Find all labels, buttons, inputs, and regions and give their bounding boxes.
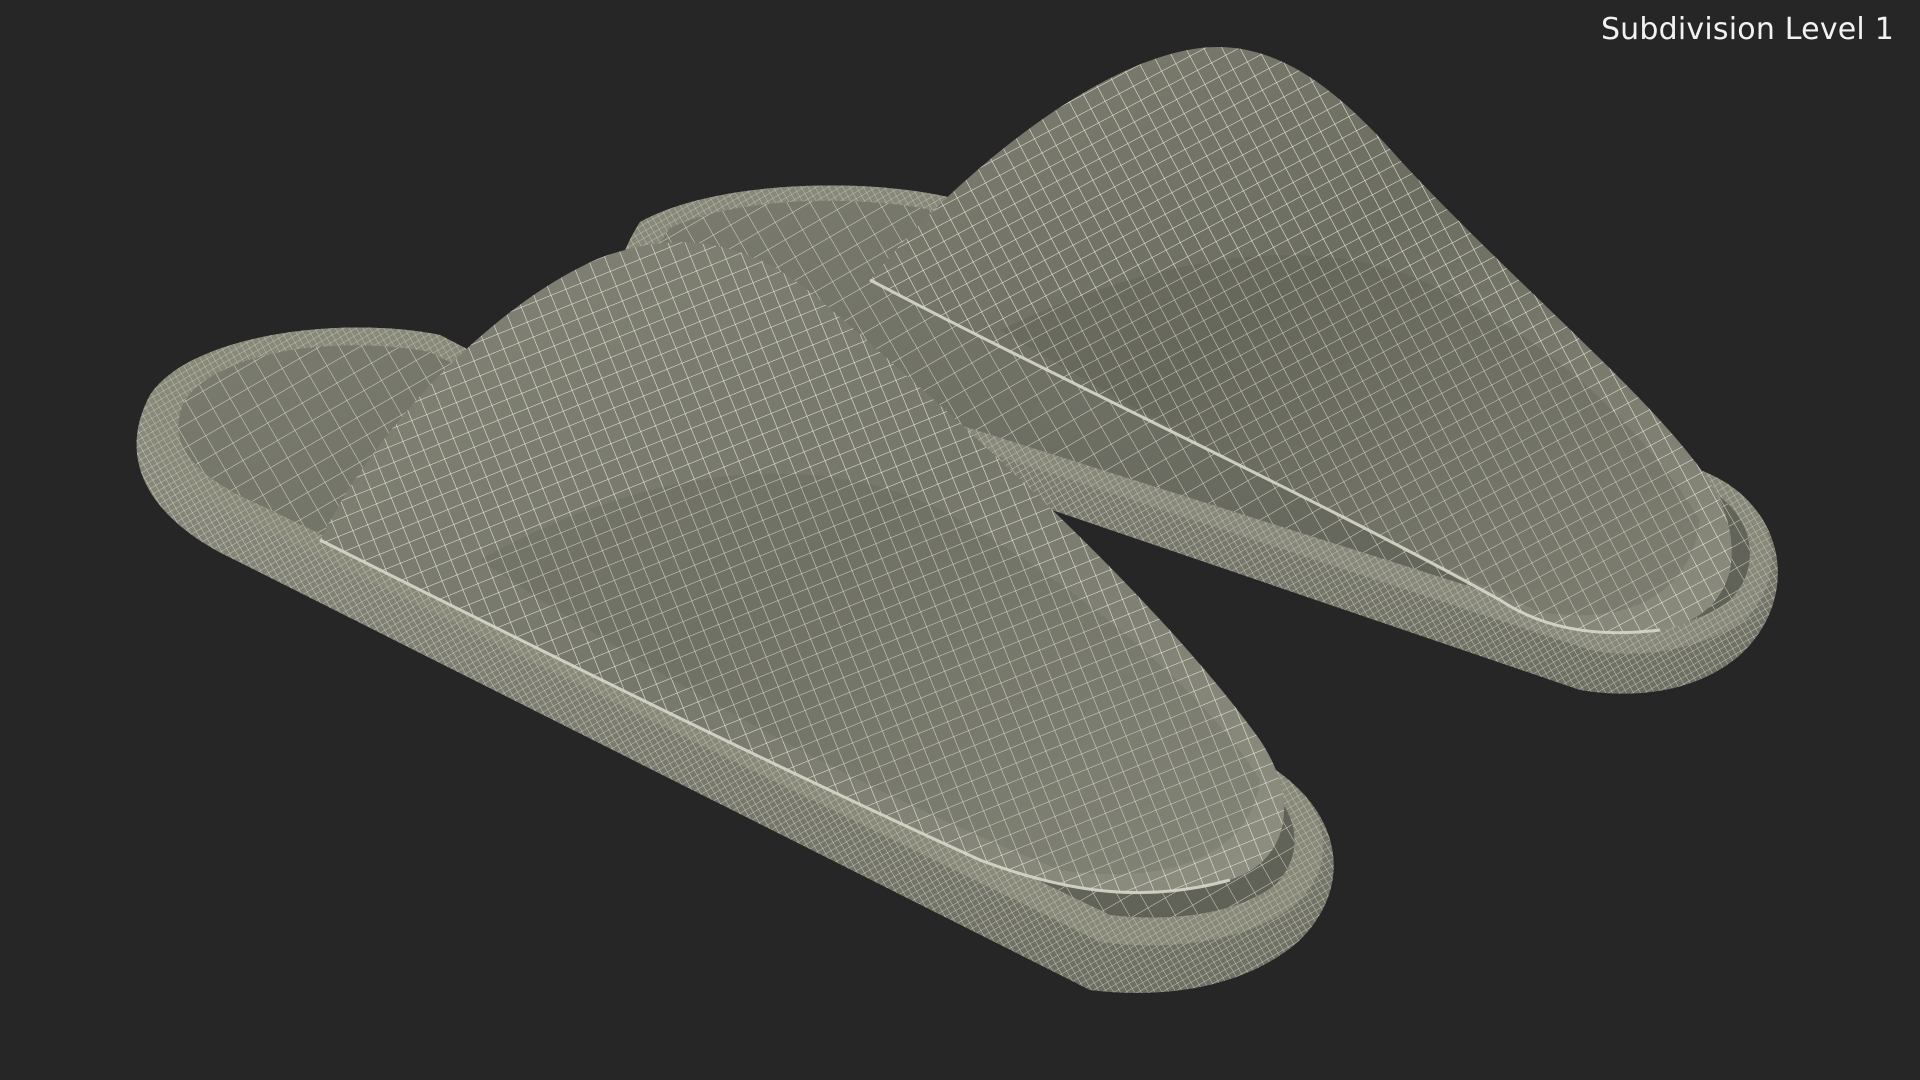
viewport: Subdivision Level 1 (0, 0, 1920, 1080)
wireframe-render (136, 46, 1778, 993)
subdivision-level-label: Subdivision Level 1 (1600, 12, 1894, 47)
